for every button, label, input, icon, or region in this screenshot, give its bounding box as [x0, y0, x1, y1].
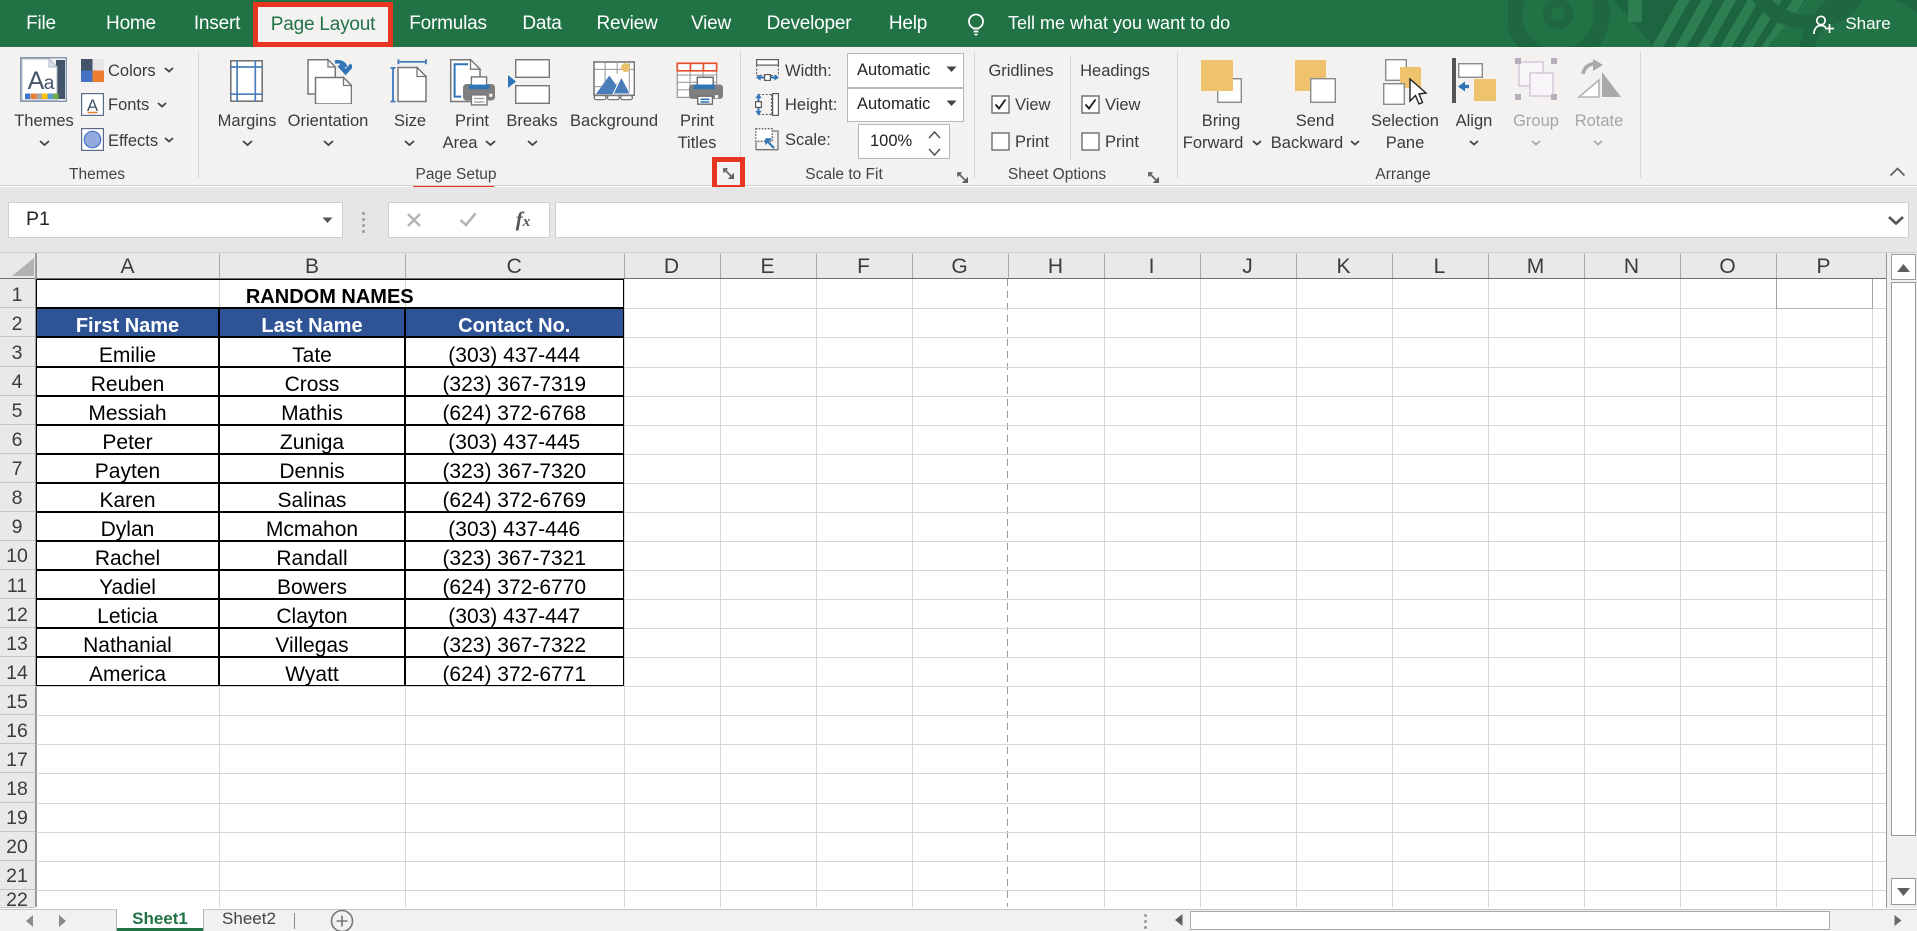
- svg-text:A: A: [28, 67, 45, 95]
- svg-text:a: a: [44, 73, 55, 94]
